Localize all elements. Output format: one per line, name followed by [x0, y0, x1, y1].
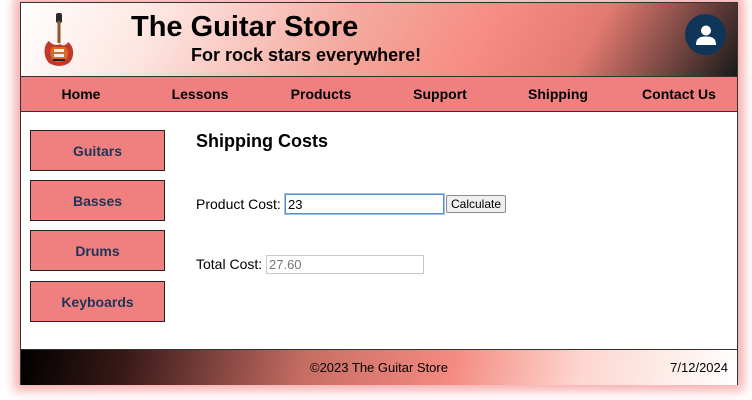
nav-products[interactable]: Products — [279, 77, 363, 111]
user-avatar-icon[interactable] — [685, 14, 726, 55]
sidebar-item-drums[interactable]: Drums — [30, 230, 165, 271]
product-cost-label: Product Cost: — [196, 196, 281, 212]
site-title: The Guitar Store — [131, 11, 359, 43]
sidebar-item-guitars[interactable]: Guitars — [30, 130, 165, 171]
nav-shipping[interactable]: Shipping — [517, 77, 599, 111]
total-cost-field — [266, 255, 424, 274]
product-cost-input[interactable] — [284, 193, 445, 215]
total-cost-label: Total Cost: — [196, 256, 263, 272]
site-tagline: For rock stars everywhere! — [191, 45, 422, 65]
nav-support[interactable]: Support — [399, 77, 481, 111]
footer-date: 7/12/2024 — [670, 360, 728, 375]
site-footer: ©2023 The Guitar Store 7/12/2024 — [21, 349, 737, 385]
sidebar-item-keyboards[interactable]: Keyboards — [30, 281, 165, 322]
nav-contact-us[interactable]: Contact Us — [633, 77, 725, 111]
nav-home[interactable]: Home — [41, 77, 121, 111]
site-header: The Guitar Store For rock stars everywhe… — [21, 3, 737, 77]
page-heading: Shipping Costs — [196, 131, 328, 151]
sidebar-item-basses[interactable]: Basses — [30, 180, 165, 221]
page-container: The Guitar Store For rock stars everywhe… — [20, 2, 738, 385]
calculate-button[interactable]: Calculate — [446, 195, 507, 213]
person-icon — [695, 25, 716, 45]
copyright-text: ©2023 The Guitar Store — [310, 360, 448, 375]
main-nav: Home Lessons Products Support Shipping C… — [21, 77, 737, 112]
nav-lessons[interactable]: Lessons — [160, 77, 240, 111]
electric-guitar-icon — [44, 13, 74, 66]
